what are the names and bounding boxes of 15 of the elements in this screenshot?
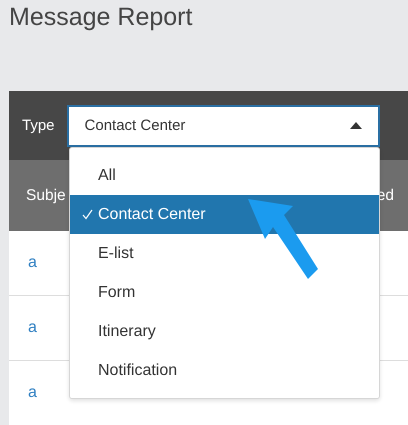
dropdown-option[interactable]: Contact Center bbox=[70, 195, 379, 234]
type-label: Type bbox=[22, 117, 55, 134]
dropdown-option[interactable]: Notification bbox=[70, 351, 379, 390]
subject-link[interactable]: a bbox=[28, 254, 37, 272]
type-select[interactable]: Contact Center bbox=[66, 104, 380, 146]
subject-link[interactable]: a bbox=[28, 319, 37, 337]
dropdown-option[interactable]: Itinerary bbox=[70, 312, 379, 351]
column-header: Subje bbox=[26, 186, 66, 204]
page-title: Message Report bbox=[9, 3, 192, 32]
dropdown-option[interactable]: E-list bbox=[70, 234, 379, 273]
dropdown-option[interactable]: Form bbox=[70, 273, 379, 312]
check-icon bbox=[82, 209, 93, 220]
subject-link[interactable]: a bbox=[28, 384, 37, 402]
caret-icon bbox=[350, 122, 362, 129]
dropdown-option[interactable]: All bbox=[70, 156, 379, 195]
